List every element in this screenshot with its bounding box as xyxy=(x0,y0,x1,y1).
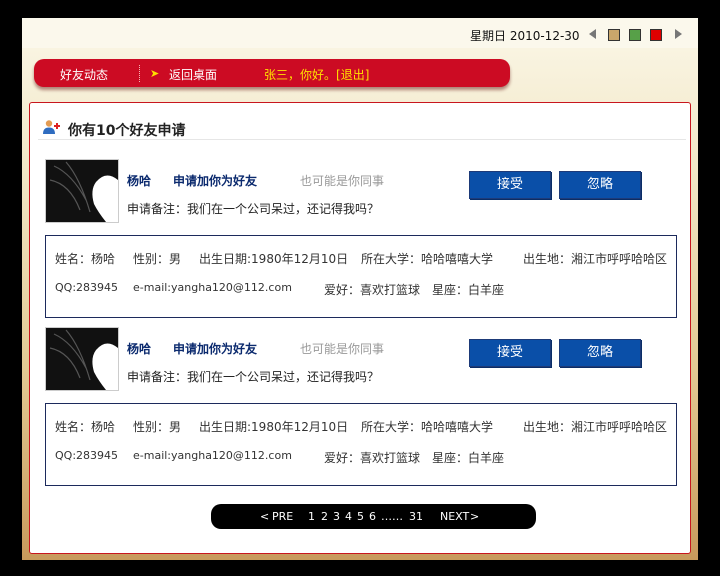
pager-next-button[interactable]: NEXT xyxy=(440,510,469,523)
info-hobby: 爱好：喜欢打篮球 xyxy=(324,283,421,297)
page-link[interactable]: 3 xyxy=(333,510,340,523)
info-name: 姓名：杨哈 xyxy=(55,252,116,266)
info-birthday: 出生日期:1980年12月10日 xyxy=(199,252,349,266)
info-birthplace: 出生地：湘江市呼呼哈哈区 xyxy=(523,252,668,266)
request-action-text: 申请加你为好友 xyxy=(173,174,258,188)
page-link-last[interactable]: 31 xyxy=(409,510,423,523)
relation-hint: 也可能是你同事 xyxy=(300,174,385,188)
theme-swatch-red[interactable] xyxy=(650,29,662,41)
avatar-image xyxy=(46,328,118,390)
user-add-icon xyxy=(43,120,60,134)
page-link[interactable]: 5 xyxy=(357,510,364,523)
panel-header: 你有10个好友申请 xyxy=(38,115,686,140)
pager-next-chevron-icon[interactable]: > xyxy=(470,510,479,523)
ignore-button[interactable]: 忽略 xyxy=(559,339,641,367)
info-gender: 性别：男 xyxy=(133,420,182,434)
request-note: 申请备注：我们在一个公司呆过，还记得我吗？ xyxy=(127,370,380,384)
greeting-text: 张三，你好。 xyxy=(264,68,337,82)
accept-button[interactable]: 接受 xyxy=(469,339,551,367)
page-link[interactable]: 4 xyxy=(345,510,352,523)
user-greeting: 张三，你好。[退出] xyxy=(264,66,369,83)
avatar-image xyxy=(46,160,118,222)
logout-link[interactable]: [退出] xyxy=(336,68,369,82)
top-bar: 星期日 2010-12-30 xyxy=(22,18,698,48)
page-link[interactable]: 1 xyxy=(308,510,315,523)
info-birthday: 出生日期:1980年12月10日 xyxy=(199,420,349,434)
menu-divider xyxy=(139,65,141,82)
info-email: e-mail:yangha120@112.com xyxy=(133,281,292,294)
info-zodiac: 星座：白羊座 xyxy=(432,283,505,297)
info-email: e-mail:yangha120@112.com xyxy=(133,449,292,462)
info-hobby: 爱好：喜欢打篮球 xyxy=(324,451,421,465)
info-name: 姓名：杨哈 xyxy=(55,420,116,434)
requester-avatar[interactable] xyxy=(45,159,119,223)
requester-info-box: 姓名：杨哈 性别：男 出生日期:1980年12月10日 所在大学：哈哈嘻嘻大学 … xyxy=(45,403,677,486)
request-note: 申请备注：我们在一个公司呆过，还记得我吗？ xyxy=(127,202,380,216)
friend-request-card: 杨哈 申请加你为好友 也可能是你同事 申请备注：我们在一个公司呆过，还记得我吗？… xyxy=(45,159,679,223)
pager-prev-chevron-icon[interactable]: < xyxy=(260,510,269,523)
prev-theme-arrow-icon[interactable] xyxy=(589,29,596,39)
page-link[interactable]: 6 xyxy=(369,510,376,523)
theme-swatch-tan[interactable] xyxy=(608,29,620,41)
accept-button[interactable]: 接受 xyxy=(469,171,551,199)
page-link[interactable]: 2 xyxy=(321,510,328,523)
arrow-right-icon: ➤ xyxy=(150,67,160,80)
pager-ellipsis: …… xyxy=(381,510,403,523)
requester-name-link[interactable]: 杨哈 xyxy=(127,340,151,357)
info-university: 所在大学：哈哈嘻嘻大学 xyxy=(361,420,494,434)
ignore-button[interactable]: 忽略 xyxy=(559,171,641,199)
theme-swatch-green[interactable] xyxy=(629,29,641,41)
friend-request-card: 杨哈 申请加你为好友 也可能是你同事 申请备注：我们在一个公司呆过，还记得我吗？… xyxy=(45,327,679,391)
pager-prev-button[interactable]: PRE xyxy=(272,510,293,523)
requester-name-link[interactable]: 杨哈 xyxy=(127,172,151,189)
info-birthplace: 出生地：湘江市呼呼哈哈区 xyxy=(523,420,668,434)
back-desktop-link[interactable]: 返回桌面 xyxy=(169,66,217,83)
panel-title: 你有10个好友申请 xyxy=(68,123,186,139)
app-frame: 星期日 2010-12-30 好友动态 ➤ 返回桌面 张三，你好。[退出] 你有… xyxy=(22,18,698,560)
friend-requests-panel: 你有10个好友申请 杨哈 申请加你为好友 也可能是你同事 申请备注：我们在一个公… xyxy=(29,102,691,554)
main-menu-bar: 好友动态 ➤ 返回桌面 张三，你好。[退出] xyxy=(34,59,510,87)
requester-info-box: 姓名：杨哈 性别：男 出生日期:1980年12月10日 所在大学：哈哈嘻嘻大学 … xyxy=(45,235,677,318)
info-qq: QQ:283945 xyxy=(55,281,119,294)
info-university: 所在大学：哈哈嘻嘻大学 xyxy=(361,252,494,266)
request-action-text: 申请加你为好友 xyxy=(173,342,258,356)
requester-avatar[interactable] xyxy=(45,327,119,391)
relation-hint: 也可能是你同事 xyxy=(300,342,385,356)
info-gender: 性别：男 xyxy=(133,252,182,266)
friends-feed-link[interactable]: 好友动态 xyxy=(60,66,108,83)
next-theme-arrow-icon[interactable] xyxy=(675,29,682,39)
date-display: 星期日 2010-12-30 xyxy=(470,29,580,43)
info-zodiac: 星座：白羊座 xyxy=(432,451,505,465)
pagination-bar: < PRE 1 2 3 4 5 6 …… 31 NEXT > xyxy=(211,504,536,529)
info-qq: QQ:283945 xyxy=(55,449,119,462)
